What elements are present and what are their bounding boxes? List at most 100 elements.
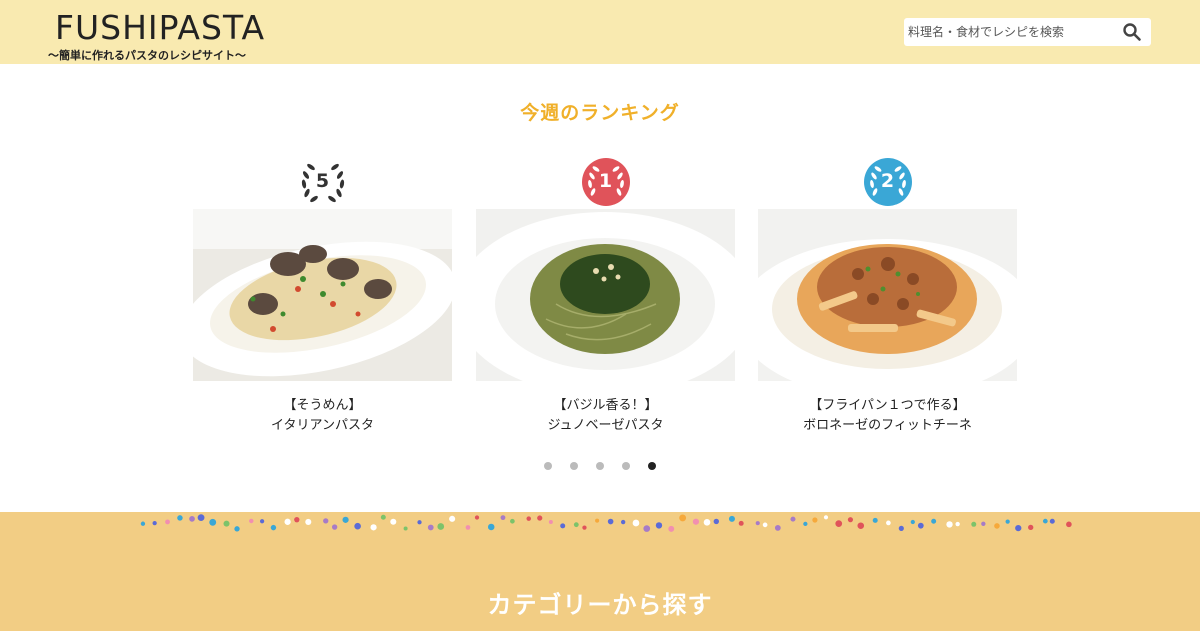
- rank-badge: 2: [863, 158, 913, 206]
- confetti-dot: [500, 515, 506, 521]
- caption-line2: イタリアンパスタ: [271, 418, 374, 433]
- confetti-dot: [573, 522, 579, 528]
- search-box: [904, 18, 1151, 46]
- confetti-dot: [679, 514, 687, 522]
- caption-line2: ボロネーゼのフィットチーネ: [803, 418, 972, 433]
- recipe-caption[interactable]: 【フライパン１つで作る】 ボロネーゼのフィットチーネ: [758, 396, 1017, 436]
- confetti-dot: [370, 524, 377, 531]
- confetti-dot: [152, 520, 157, 526]
- recipe-caption[interactable]: 【そうめん】 イタリアンパスタ: [193, 396, 452, 436]
- carousel-dot[interactable]: [544, 462, 552, 470]
- confetti-dot: [857, 522, 865, 530]
- confetti-dot: [755, 521, 760, 526]
- rank-badge: 1: [581, 158, 631, 206]
- confetti-dot: [526, 516, 531, 521]
- site-header: FUSHIPASTA 〜簡単に作れるパスタのレシピサイト〜: [0, 0, 1200, 64]
- confetti-dot: [403, 526, 408, 531]
- caption-line1: 【フライパン１つで作る】: [809, 398, 966, 413]
- confetti-dot: [1049, 518, 1055, 524]
- confetti-dot: [774, 524, 781, 531]
- search-icon: [1123, 23, 1141, 41]
- confetti-dot: [390, 518, 397, 525]
- confetti-dot: [971, 521, 977, 527]
- confetti-dot: [668, 525, 675, 532]
- site-logo[interactable]: FUSHIPASTA: [55, 8, 265, 47]
- category-title: カテゴリーから探す: [487, 591, 713, 619]
- confetti-dot: [165, 519, 170, 525]
- confetti-dot: [465, 525, 471, 530]
- search-button[interactable]: [1121, 22, 1143, 42]
- confetti-dot: [449, 515, 456, 522]
- confetti-dot: [259, 519, 265, 524]
- ranking-title: 今週のランキング: [520, 102, 680, 124]
- caption-line1: 【バジル香る！】: [553, 398, 658, 413]
- confetti-dot: [1066, 521, 1072, 528]
- confetti-dot: [323, 518, 329, 524]
- confetti-dot: [140, 521, 146, 526]
- confetti-dot: [331, 524, 338, 530]
- confetti-dot: [790, 516, 796, 522]
- category-section: カテゴリーから探す: [0, 512, 1200, 631]
- confetti-dot: [1042, 518, 1048, 524]
- confetti-dot: [931, 518, 937, 524]
- confetti-dot: [177, 515, 183, 521]
- confetti-dot: [620, 519, 626, 525]
- confetti-dot: [474, 515, 480, 520]
- confetti-dot: [487, 523, 495, 531]
- confetti-dot: [762, 522, 768, 528]
- confetti-dot: [643, 525, 651, 532]
- recipe-photo[interactable]: [193, 209, 452, 381]
- recipe-photo[interactable]: [758, 209, 1017, 381]
- site-tagline: 〜簡単に作れるパスタのレシピサイト〜: [48, 49, 246, 62]
- confetti-dot: [898, 525, 904, 531]
- confetti-dot: [234, 526, 240, 532]
- confetti-dot: [823, 515, 829, 520]
- confetti-dot: [1015, 524, 1022, 532]
- confetti-dot: [427, 524, 434, 531]
- confetti-dot: [728, 515, 735, 522]
- ranking-card[interactable]: 1 【バジル香る！】 ジュノベーゼパスタ: [476, 158, 735, 433]
- confetti-dot: [305, 518, 312, 525]
- confetti-dot: [560, 523, 566, 529]
- confetti-dot: [284, 518, 291, 525]
- confetti-dot: [537, 515, 543, 521]
- carousel-dot[interactable]: [622, 462, 630, 470]
- confetti-dot: [1005, 519, 1010, 524]
- recipe-photo[interactable]: [476, 209, 735, 381]
- confetti-dot: [380, 514, 386, 520]
- confetti-dot: [197, 514, 205, 522]
- confetti-dot: [981, 521, 986, 526]
- confetti-dot: [223, 520, 230, 527]
- confetti-dot: [294, 517, 300, 523]
- search-input[interactable]: [904, 18, 1114, 46]
- confetti-dot: [632, 519, 640, 527]
- confetti-dot: [872, 517, 878, 523]
- confetti-dot: [955, 521, 960, 527]
- confetti-dot: [354, 522, 361, 530]
- recipe-caption[interactable]: 【バジル香る！】 ジュノベーゼパスタ: [476, 396, 735, 436]
- rank-number: 1: [598, 170, 613, 192]
- caption-line2: ジュノベーゼパスタ: [547, 418, 664, 433]
- confetti-dot: [738, 520, 744, 526]
- confetti-dot: [917, 522, 924, 529]
- confetti-dot: [835, 520, 843, 527]
- confetti-dot: [249, 518, 254, 524]
- confetti-dot: [189, 516, 195, 522]
- confetti-dot: [417, 520, 422, 525]
- confetti-dot: [510, 518, 515, 524]
- confetti-dot: [437, 523, 445, 530]
- confetti-dot: [655, 522, 663, 529]
- confetti-dot: [886, 520, 891, 526]
- carousel-dot[interactable]: [596, 462, 604, 470]
- carousel-dot[interactable]: [570, 462, 578, 470]
- confetti-dot: [607, 518, 614, 525]
- confetti-dot: [946, 521, 953, 528]
- carousel-dot[interactable]: [648, 462, 656, 470]
- confetti-dot: [910, 519, 915, 525]
- caption-line1: 【そうめん】: [283, 398, 362, 413]
- confetti-dot: [270, 524, 277, 531]
- ranking-card[interactable]: 5 【そうめん】 イタリアンパスタ: [193, 158, 452, 433]
- ranking-card[interactable]: 2 【フライパン１つで作る】 ボロネーゼのフィットチーネ: [758, 158, 1017, 433]
- confetti-dot: [1028, 524, 1034, 531]
- carousel-pagination: [0, 455, 1200, 474]
